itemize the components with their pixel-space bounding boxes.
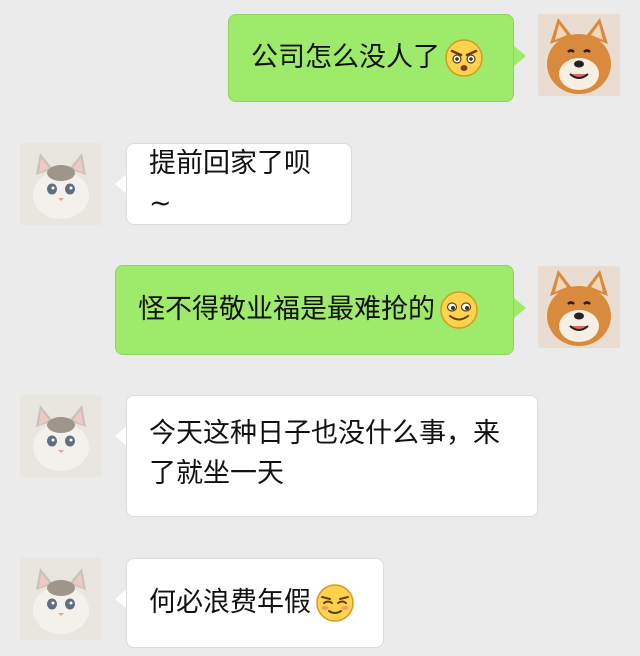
message-bubble-sent[interactable]: 怪不得敬业福是最难抢的 <box>115 265 514 355</box>
avatar-dog[interactable] <box>538 14 620 96</box>
avatar-dog[interactable] <box>538 266 620 348</box>
avatar-cat[interactable] <box>20 558 102 640</box>
avatar-cat[interactable] <box>20 395 102 477</box>
bubble-tail <box>514 46 526 66</box>
message-bubble-received[interactable]: 何必浪费年假 <box>126 558 384 648</box>
message-text: 今天这种日子也没什么事，来了就坐一天 <box>149 418 500 489</box>
message-text: 何必浪费年假 <box>149 587 311 618</box>
smiling-face-icon <box>440 291 478 329</box>
bubble-tail <box>514 298 526 318</box>
message-bubble-received[interactable]: 提前回家了呗~ <box>126 143 352 225</box>
avatar-cat[interactable] <box>20 143 102 225</box>
smug-face-icon <box>316 584 354 622</box>
message-text: 怪不得敬业福是最难抢的 <box>138 294 435 325</box>
message-text: 提前回家了呗~ <box>149 148 311 219</box>
message-bubble-received[interactable]: 今天这种日子也没什么事，来了就坐一天 <box>126 395 538 517</box>
message-text: 公司怎么没人了 <box>251 42 440 73</box>
message-bubble-sent[interactable]: 公司怎么没人了 <box>228 14 514 102</box>
angry-face-icon <box>445 39 483 77</box>
